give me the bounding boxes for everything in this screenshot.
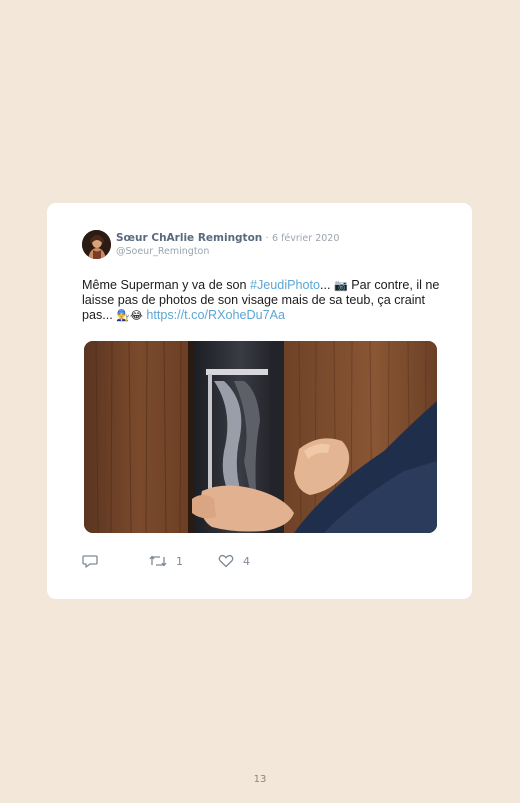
- page-number: 13: [253, 774, 267, 785]
- tweet-text-part: Même Superman y va de son: [82, 278, 250, 292]
- mechanic-laughing-emoji: 👨‍🔧😂: [116, 309, 143, 322]
- like-count: 4: [243, 554, 250, 568]
- reply-action[interactable]: [82, 554, 98, 569]
- camera-emoji: 📷: [334, 279, 348, 292]
- like-action[interactable]: 4: [218, 554, 250, 568]
- author-line: Sœur ChArlie Remington · 6 février 2020: [116, 232, 339, 244]
- tweet-media-image[interactable]: [84, 341, 437, 533]
- tweet-url-link[interactable]: https://t.co/RXoheDu7Aa: [146, 308, 285, 322]
- tweet-text: Même Superman y va de son #JeudiPhoto...…: [82, 278, 442, 323]
- retweet-icon[interactable]: [149, 554, 167, 568]
- retweet-count: 1: [176, 554, 183, 568]
- tweet-card: Sœur ChArlie Remington · 6 février 2020 …: [47, 203, 472, 599]
- reply-icon[interactable]: [82, 554, 98, 569]
- avatar[interactable]: [82, 230, 111, 259]
- hashtag-link[interactable]: #JeudiPhoto: [250, 278, 320, 292]
- tweet-date[interactable]: 6 février 2020: [272, 233, 339, 244]
- date-separator: ·: [265, 233, 269, 244]
- author-handle[interactable]: @Soeur_Remington: [116, 246, 209, 257]
- retweet-action[interactable]: 1: [149, 554, 183, 568]
- heart-icon[interactable]: [218, 554, 234, 568]
- author-name[interactable]: Sœur ChArlie Remington: [116, 232, 262, 244]
- tweet-actions: 1 4: [82, 554, 382, 572]
- tweet-text-part: ...: [320, 278, 335, 292]
